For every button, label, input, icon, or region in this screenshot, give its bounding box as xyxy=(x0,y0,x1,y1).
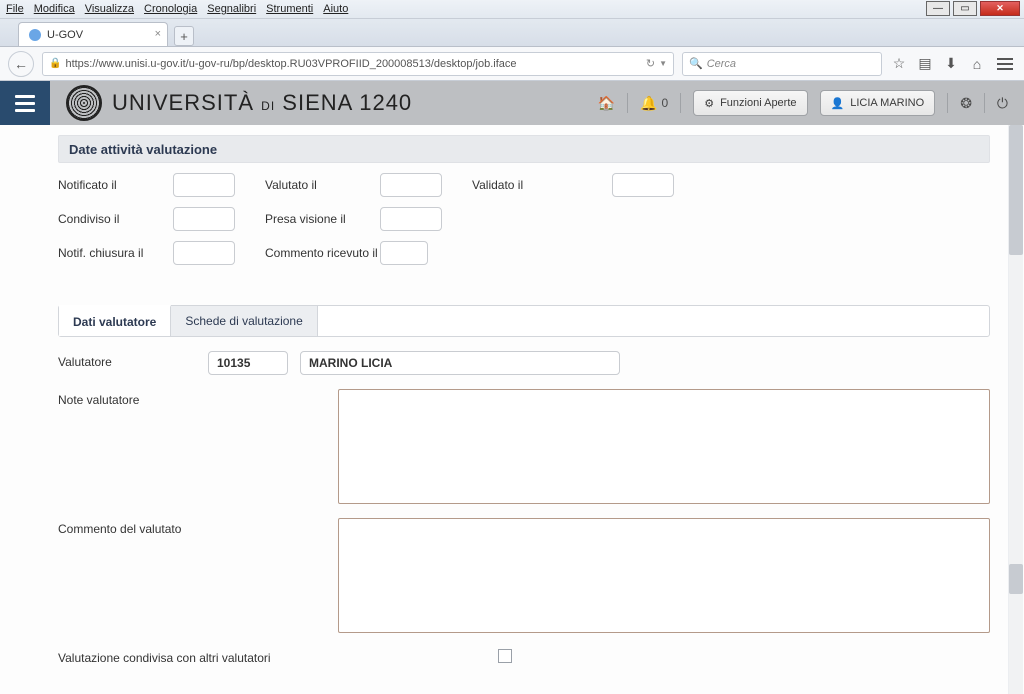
notification-count: 0 xyxy=(662,96,669,110)
menu-help[interactable]: Aiuto xyxy=(323,3,348,15)
menu-bookmarks[interactable]: Segnalibri xyxy=(207,3,256,15)
input-notif-chiusura[interactable] xyxy=(173,241,235,265)
input-valutato[interactable] xyxy=(380,173,442,197)
browser-nav-toolbar: ← 🔒 https://www.unisi.u-gov.it/u-gov-ru/… xyxy=(0,47,1024,81)
menu-file[interactable]: File xyxy=(6,3,24,15)
input-presa-visione[interactable] xyxy=(380,207,442,231)
row-condivisa: Valutazione condivisa con altri valutato… xyxy=(58,647,990,665)
user-icon: 👤 xyxy=(831,97,845,110)
app-title: UNIVERSITÀ DI SIENA 1240 xyxy=(112,90,412,116)
separator xyxy=(947,93,948,113)
menu-tools[interactable]: Strumenti xyxy=(266,3,313,15)
url-text: https://www.unisi.u-gov.it/u-gov-ru/bp/d… xyxy=(65,58,516,70)
separator xyxy=(984,93,985,113)
valutatore-form: Valutatore Note valutatore Commento del … xyxy=(58,351,990,665)
window-controls xyxy=(926,1,1020,16)
power-icon[interactable]: ⏻ xyxy=(997,95,1008,112)
app-header: UNIVERSITÀ DI SIENA 1240 🏠 🔔 0 ⚙ Funzion… xyxy=(0,81,1024,125)
right-gutter xyxy=(1008,125,1024,694)
input-validato[interactable] xyxy=(612,173,674,197)
search-placeholder: Cerca xyxy=(707,58,736,70)
new-tab-button[interactable]: + xyxy=(174,26,194,46)
browser-menu-button[interactable] xyxy=(994,58,1016,70)
left-gutter xyxy=(0,125,50,694)
tab-favicon xyxy=(29,29,41,41)
content-shell: Date attività valutazione Notificato il … xyxy=(0,125,1024,694)
app-logo-area: UNIVERSITÀ DI SIENA 1240 xyxy=(50,85,598,121)
label-commento-valutato: Commento del valutato xyxy=(58,518,208,536)
tab-title: U-GOV xyxy=(47,29,83,41)
menu-view[interactable]: Visualizza xyxy=(85,3,134,15)
checkbox-condivisa[interactable] xyxy=(498,649,512,663)
nav-back-button[interactable]: ← xyxy=(8,51,34,77)
label-condivisa: Valutazione condivisa con altri valutato… xyxy=(58,647,498,665)
library-icon[interactable]: ▤ xyxy=(916,55,934,72)
input-commento-ricevuto[interactable] xyxy=(380,241,428,265)
browser-menu-bar: File Modifica Visualizza Cronologia Segn… xyxy=(0,0,1024,19)
menu-edit[interactable]: Modifica xyxy=(34,3,75,15)
user-button[interactable]: 👤 LICIA MARINO xyxy=(820,90,936,116)
notifications[interactable]: 🔔 0 xyxy=(640,95,668,112)
university-seal-icon xyxy=(66,85,102,121)
browser-search-bar[interactable]: 🔍 Cerca xyxy=(682,52,882,76)
window-maximize-button[interactable] xyxy=(953,1,977,16)
app-viewport: UNIVERSITÀ DI SIENA 1240 🏠 🔔 0 ⚙ Funzion… xyxy=(0,81,1024,694)
date-activity-grid: Notificato il Valutato il Validato il Co… xyxy=(58,173,990,265)
scrollbar-thumb-secondary[interactable] xyxy=(1009,564,1023,594)
label-valutato: Valutato il xyxy=(265,178,380,192)
input-valutatore-code[interactable] xyxy=(208,351,288,375)
app-menu-button[interactable] xyxy=(0,81,50,125)
label-notificato: Notificato il xyxy=(58,178,173,192)
downloads-icon[interactable]: ⬇ xyxy=(942,55,960,72)
content-main: Date attività valutazione Notificato il … xyxy=(50,125,1008,694)
app-header-right: 🏠 🔔 0 ⚙ Funzioni Aperte 👤 LICIA MARINO ❂… xyxy=(598,90,1024,116)
input-notificato[interactable] xyxy=(173,173,235,197)
tab-schede-valutazione[interactable]: Schede di valutazione xyxy=(171,306,317,336)
window-close-button[interactable] xyxy=(980,1,1020,16)
lock-icon: 🔒 xyxy=(49,58,61,69)
gear-icon: ⚙ xyxy=(704,97,714,110)
funzioni-aperte-button[interactable]: ⚙ Funzioni Aperte xyxy=(693,90,807,116)
reload-icon[interactable]: ↻ xyxy=(646,57,655,70)
menu-history[interactable]: Cronologia xyxy=(144,3,197,15)
label-validato: Validato il xyxy=(472,178,552,192)
textarea-note-valutatore[interactable] xyxy=(338,389,990,504)
help-icon[interactable]: ❂ xyxy=(960,95,972,112)
label-valutatore: Valutatore xyxy=(58,351,208,369)
bookmark-star-icon[interactable]: ☆ xyxy=(890,55,908,72)
row-note-valutatore: Note valutatore xyxy=(58,389,990,504)
input-condiviso[interactable] xyxy=(173,207,235,231)
bell-icon: 🔔 xyxy=(640,95,657,112)
label-commento-ricevuto: Commento ricevuto il xyxy=(265,246,395,260)
label-presa-visione: Presa visione il xyxy=(265,212,380,226)
label-note-valutatore: Note valutatore xyxy=(58,389,208,407)
row-commento-valutato: Commento del valutato xyxy=(58,518,990,633)
browser-tab[interactable]: U-GOV × xyxy=(18,22,168,46)
window-minimize-button[interactable] xyxy=(926,1,950,16)
section-title-bar: Date attività valutazione xyxy=(58,135,990,163)
tab-close-icon[interactable]: × xyxy=(155,28,161,40)
browser-tabstrip: U-GOV × + xyxy=(0,19,1024,47)
home-icon[interactable]: ⌂ xyxy=(968,56,986,72)
url-dropdown-icon[interactable]: ▼ xyxy=(659,59,667,68)
label-notif-chiusura: Notif. chiusura il xyxy=(58,246,173,260)
url-bar[interactable]: 🔒 https://www.unisi.u-gov.it/u-gov-ru/bp… xyxy=(42,52,674,76)
row-valutatore: Valutatore xyxy=(58,351,990,375)
input-valutatore-name[interactable] xyxy=(300,351,620,375)
scrollbar-thumb[interactable] xyxy=(1009,125,1023,255)
tabset: Dati valutatore Schede di valutazione xyxy=(58,305,990,337)
search-icon: 🔍 xyxy=(689,57,703,70)
header-home-icon[interactable]: 🏠 xyxy=(598,95,615,112)
tab-dati-valutatore[interactable]: Dati valutatore xyxy=(59,305,171,336)
label-condiviso: Condiviso il xyxy=(58,212,173,226)
separator xyxy=(680,93,681,113)
textarea-commento-valutato[interactable] xyxy=(338,518,990,633)
separator xyxy=(627,93,628,113)
section-title: Date attività valutazione xyxy=(69,142,217,157)
